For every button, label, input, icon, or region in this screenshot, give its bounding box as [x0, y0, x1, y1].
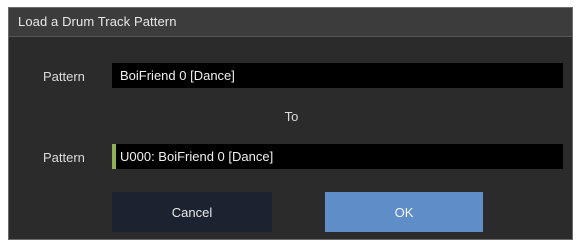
source-pattern-label: Pattern [43, 69, 85, 84]
load-drum-track-pattern-dialog: Load a Drum Track Pattern Pattern BoiFri… [8, 7, 573, 240]
destination-pattern-label: Pattern [43, 150, 85, 165]
dialog-title: Load a Drum Track Pattern [18, 14, 177, 29]
to-label: To [284, 109, 299, 124]
destination-pattern-value: U000: BoiFriend 0 [Dance] [120, 149, 274, 164]
selection-marker [112, 144, 116, 169]
source-pattern-field[interactable]: BoiFriend 0 [Dance] [112, 63, 563, 88]
ok-button[interactable]: OK [325, 192, 483, 232]
dialog-titlebar: Load a Drum Track Pattern [9, 8, 572, 37]
cancel-button[interactable]: Cancel [112, 192, 272, 232]
source-pattern-value: BoiFriend 0 [Dance] [120, 68, 235, 83]
destination-pattern-field[interactable]: U000: BoiFriend 0 [Dance] [112, 144, 563, 169]
